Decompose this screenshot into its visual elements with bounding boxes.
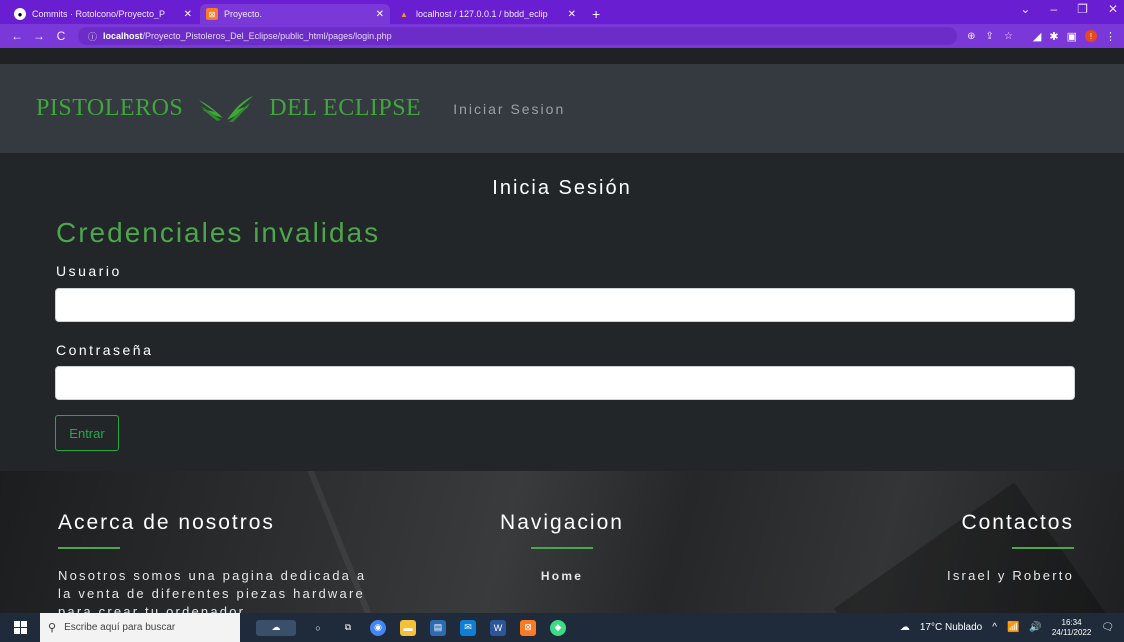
network-icon[interactable]: 📶 [1007, 622, 1019, 633]
store-icon[interactable]: ▤ [430, 619, 446, 636]
wings-logo-icon [199, 95, 254, 122]
contact-title: Contactos [961, 511, 1074, 534]
maximize-icon[interactable]: ❐ [1077, 2, 1088, 16]
login-section: Inicia Sesión Credenciales invalidas Usu… [0, 153, 1124, 471]
clock[interactable]: 16:34 24/11/2022 [1052, 618, 1091, 638]
close-icon[interactable]: ✕ [184, 9, 192, 20]
phpmyadmin-icon: ▲ [400, 9, 408, 19]
tab-title: localhost / 127.0.0.1 / bbdd_eclip [416, 9, 548, 19]
divider [58, 547, 120, 549]
clock-date: 24/11/2022 [1051, 627, 1092, 637]
notification-icon[interactable]: 🗨 [1101, 622, 1114, 633]
chevron-up-icon[interactable]: ^ [992, 622, 997, 633]
start-button[interactable] [0, 613, 40, 642]
nav-title: Navigacion [500, 511, 624, 534]
tab-commits[interactable]: ● Commits · Rotolcono/Proyecto_P ✕ [8, 4, 198, 24]
extensions-area: ◢ ✱ ▣ ! ⋮ [1033, 30, 1116, 43]
xampp-icon: ⊠ [206, 8, 218, 20]
zoom-icon[interactable]: ⊕ [967, 31, 975, 42]
footer-about: Acerca de nosotros Nosotros somos una pa… [58, 511, 378, 613]
cortana-icon[interactable]: ○ [310, 620, 326, 636]
user-label: Usuario [56, 263, 122, 279]
footer-navigation: Navigacion Home [494, 511, 630, 585]
tab-title: Proyecto. [224, 9, 263, 19]
search-placeholder: Escribe aquí para buscar [64, 622, 176, 633]
task-view-icon[interactable]: ⧉ [340, 620, 356, 636]
close-icon[interactable]: ✕ [376, 9, 384, 20]
browser-tab-strip: ● Commits · Rotolcono/Proyecto_P ✕ ⊠ Pro… [0, 0, 1124, 24]
tab-title: Commits · Rotolcono/Proyecto_P [32, 9, 166, 19]
minimize-icon[interactable]: – [1050, 2, 1057, 16]
app-icon[interactable]: ◆ [550, 619, 566, 636]
system-tray: ☁ 17°C Nublado ^ 📶 🔊 16:34 24/11/2022 🗨 [900, 613, 1114, 642]
url-path: /Proyecto_Pistoleros_Del_Eclipse/public_… [142, 31, 392, 41]
omnibox-actions: ⊕ ⇪ ☆ [967, 31, 1013, 42]
submit-button[interactable]: Entrar [55, 415, 119, 451]
taskbar-search[interactable]: ⚲ Escribe aquí para buscar [40, 613, 240, 642]
share-icon[interactable]: ⇪ [986, 31, 994, 42]
chevron-down-icon[interactable]: ⌄ [1020, 2, 1030, 16]
window-controls: ⌄ – ❐ ✕ [1020, 2, 1118, 16]
puzzle-icon[interactable]: ✱ [1049, 30, 1058, 43]
password-label: Contraseña [56, 342, 154, 358]
xampp-taskbar-icon[interactable]: ⊠ [520, 619, 536, 636]
page-title: Inicia Sesión [492, 177, 632, 199]
back-icon[interactable]: ← [8, 29, 26, 43]
url-host: localhost [103, 31, 143, 41]
extension-icon[interactable]: ◢ [1033, 30, 1041, 43]
browser-toolbar: ← → C ⓘ localhost /Proyecto_Pistoleros_D… [0, 24, 1124, 48]
address-bar[interactable]: ⓘ localhost /Proyecto_Pistoleros_Del_Ecl… [78, 27, 958, 45]
bookmark-star-icon[interactable]: ☆ [1004, 31, 1013, 42]
about-title: Acerca de nosotros [58, 511, 275, 534]
windows-taskbar: ⚲ Escribe aquí para buscar ☁ ○ ⧉ ◉ ▬ ▤ ✉… [0, 613, 1124, 642]
info-icon[interactable]: ⓘ [88, 30, 97, 43]
nav-login-link[interactable]: Iniciar Sesion [453, 101, 565, 117]
news-widget-icon[interactable]: ☁ [256, 619, 296, 636]
error-message: Credenciales invalidas [56, 217, 381, 248]
close-icon[interactable]: ✕ [568, 9, 576, 20]
contact-text: Israel y Roberto [947, 568, 1074, 583]
chrome-icon[interactable]: ◉ [370, 619, 386, 636]
tab-phpmyadmin[interactable]: ▲ localhost / 127.0.0.1 / bbdd_eclip ✕ [392, 4, 582, 24]
about-text: Nosotros somos una pagina dedicada a la … [58, 568, 367, 613]
tab-proyecto[interactable]: ⊠ Proyecto. ✕ [200, 4, 390, 24]
footer-contacts: Contactos Israel y Roberto [947, 511, 1074, 585]
weather-text[interactable]: 17°C Nublado [920, 622, 982, 633]
brand-logo[interactable]: PISTOLEROS DEL ECLIPSE [36, 94, 421, 124]
volume-icon[interactable]: 🔊 [1029, 622, 1041, 633]
site-header: PISTOLEROS DEL ECLIPSE Iniciar Sesion [0, 64, 1124, 153]
sidepanel-icon[interactable]: ▣ [1067, 30, 1077, 43]
menu-icon[interactable]: ⋮ [1105, 30, 1116, 43]
profile-icon[interactable]: ! [1085, 30, 1097, 42]
search-icon: ⚲ [48, 622, 57, 634]
brand-right-text: DEL ECLIPSE [269, 95, 422, 121]
cloud-icon: ☁ [899, 622, 910, 633]
taskbar-apps: ☁ ○ ⧉ ◉ ▬ ▤ ✉ W ⊠ ◆ [256, 619, 566, 636]
forward-icon[interactable]: → [30, 29, 48, 43]
password-input[interactable] [55, 366, 1075, 400]
reload-icon[interactable]: C [52, 29, 70, 43]
file-explorer-icon[interactable]: ▬ [400, 619, 416, 636]
clock-time: 16:34 [1061, 617, 1082, 627]
github-icon: ● [14, 8, 26, 20]
close-window-icon[interactable]: ✕ [1108, 2, 1118, 16]
mail-icon[interactable]: ✉ [460, 619, 476, 636]
site-footer: Acerca de nosotros Nosotros somos una pa… [0, 471, 1124, 613]
user-input[interactable] [55, 288, 1075, 322]
new-tab-button[interactable]: + [584, 4, 608, 24]
nav-home-link[interactable]: Home [494, 567, 630, 585]
divider [531, 547, 593, 549]
brand-left-text: PISTOLEROS [36, 95, 184, 121]
divider [1012, 547, 1074, 549]
word-icon[interactable]: W [490, 619, 506, 636]
windows-icon [13, 621, 27, 634]
